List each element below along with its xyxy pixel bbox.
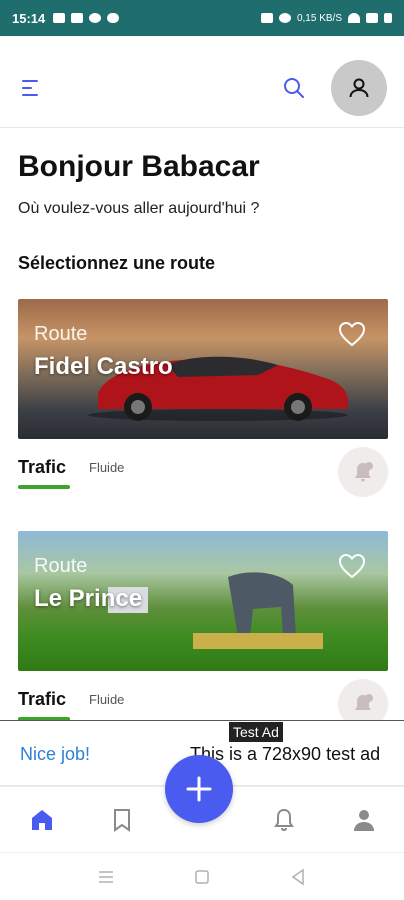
menu-icon[interactable] [22,80,42,98]
route-label: Route [34,323,88,345]
vibrate-icon [260,13,273,23]
signal-icon [366,13,378,23]
avatar[interactable] [331,60,387,116]
traffic-status: Fluide [89,692,125,707]
profile-icon[interactable] [351,807,377,833]
route-name: Le Prince [34,585,143,612]
wifi-icon [348,13,360,23]
app-bar [0,36,404,128]
section-title: Sélectionnez une route [18,253,216,273]
search-icon[interactable] [282,76,306,100]
page-title: Bonjour Babacar [18,150,260,183]
traffic-label: Trafic [18,689,67,709]
status-notification-icons [53,13,120,23]
add-route-button[interactable] [165,755,233,823]
traffic-status: Fluide [89,460,125,475]
cloud-icon [107,13,120,23]
heart-icon[interactable] [338,321,366,347]
page-subtitle: Où voulez-vous aller aujourd'hui ? [18,200,260,217]
bell-plus-icon [355,462,373,482]
status-time: 15:14 [12,10,46,26]
traffic-label: Trafic [18,457,67,477]
traffic-indicator [18,485,70,489]
heart-icon[interactable] [338,553,366,579]
system-nav-bar [0,852,404,900]
status-system-icons: 0,15 KB/S [260,12,392,24]
system-home-icon[interactable] [192,867,212,887]
route-card-le-prince[interactable]: Route Le Prince [18,531,388,671]
bell-add-button[interactable] [338,447,388,497]
alarm-icon [278,13,291,23]
network-speed: 0,15 KB/S [296,12,342,24]
plus-icon [186,776,212,802]
route-name: Fidel Castro [34,353,173,380]
home-icon[interactable] [29,807,55,833]
bell-plus-icon [355,694,373,710]
route-label: Route [34,555,88,577]
status-bar: 15:14 0,15 KB/S [0,0,404,36]
recent-apps-icon[interactable] [96,867,116,887]
bell-icon[interactable] [271,807,297,833]
back-icon[interactable] [288,867,308,887]
messenger-icon [89,13,102,23]
ad-badge: Test Ad [229,722,283,742]
bookmark-icon[interactable] [109,807,135,833]
route-card-fidel-castro[interactable]: Route Fidel Castro [18,299,388,439]
user-icon [349,78,369,98]
traffic-row: Trafic Fluide [18,447,388,503]
youtube-icon [71,13,84,23]
facebook-icon [53,13,66,23]
ad-nice-text: Nice job! [20,744,91,764]
battery-icon [384,13,392,23]
